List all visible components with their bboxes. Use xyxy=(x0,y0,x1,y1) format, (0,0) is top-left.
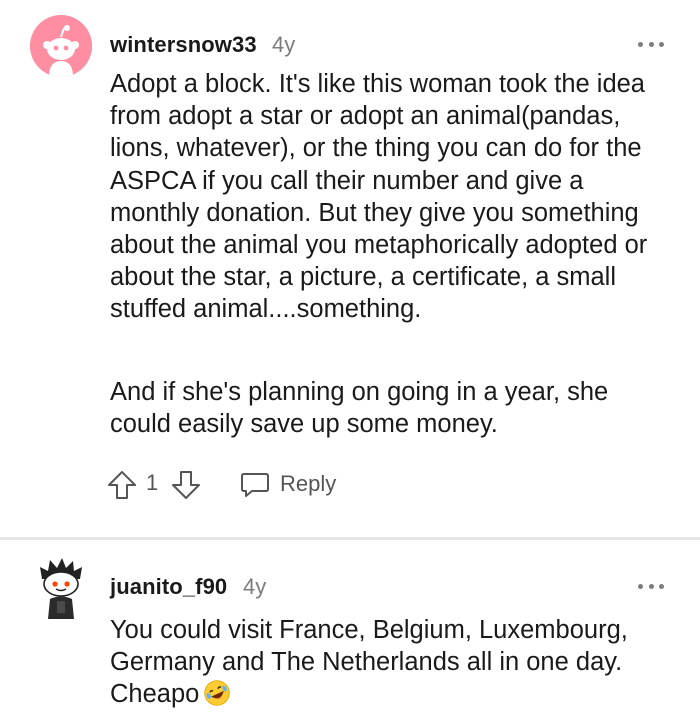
reply-button[interactable]: Reply xyxy=(239,466,336,502)
comment-text: You could visit France, Belgium, Luxembo… xyxy=(110,616,628,709)
reply-label: Reply xyxy=(280,471,337,496)
downvote-icon[interactable] xyxy=(170,469,202,501)
comment-age: 4y xyxy=(243,574,267,599)
username[interactable]: wintersnow33 xyxy=(110,32,257,58)
snoo-avatar-icon xyxy=(30,15,92,77)
more-options-icon[interactable] xyxy=(638,582,664,590)
rolling-on-floor-laughing-icon xyxy=(204,680,231,707)
comment-age: 4y xyxy=(272,32,296,57)
comment-actions: 1 Reply xyxy=(106,466,406,502)
more-options-icon[interactable] xyxy=(638,40,664,48)
vote-score: 1 xyxy=(146,470,159,495)
comment-body-paragraph: Adopt a block. It's like this woman took… xyxy=(110,70,648,324)
snoo-avatar-icon xyxy=(40,558,82,619)
upvote-icon[interactable] xyxy=(106,469,138,501)
comment: juanito_f90 4y You could visit France, B… xyxy=(0,540,700,727)
comment-bubble-icon xyxy=(241,473,269,497)
comment: wintersnow33 4y Adopt a block. It's like… xyxy=(0,0,700,537)
user-avatar[interactable] xyxy=(36,557,86,619)
user-avatar[interactable] xyxy=(30,15,92,77)
comment-body-paragraph: You could visit France, Belgium, Luxembo… xyxy=(110,614,680,711)
comment-body-paragraph: And if she's planning on going in a year… xyxy=(110,378,609,439)
username[interactable]: juanito_f90 xyxy=(110,574,227,600)
